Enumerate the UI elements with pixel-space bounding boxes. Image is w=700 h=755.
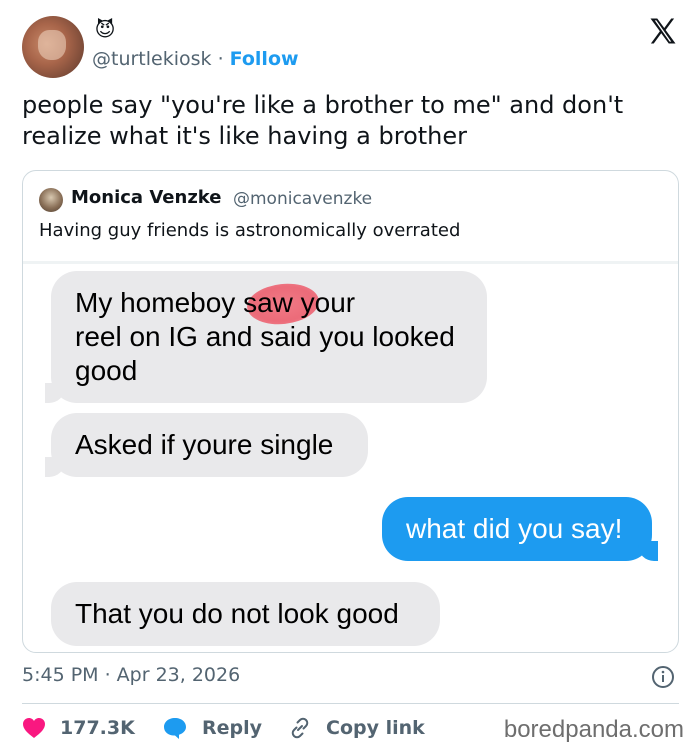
tweet-timestamp[interactable]: 5:45 PM · Apr 23, 2026 [22,664,240,686]
message-line: reel on IG and said you looked [75,321,455,352]
bubble-tail [45,457,65,477]
copy-link-label: Copy link [326,717,425,739]
tweet-text: people say "you're like a brother to me"… [22,91,624,150]
like-button[interactable]: 177.3K [22,714,135,742]
bubble-tail [45,383,65,403]
reply-bubble-icon [164,718,186,739]
tweet-header: 😈 @turtlekiosk · Follow [22,14,682,80]
watermark: boredpanda.com [503,716,684,743]
quoted-text: Having guy friends is astronomically ove… [39,220,461,241]
message-bubble-received: Asked if youre single [45,413,368,477]
link-icon [291,717,309,739]
x-logo-icon[interactable] [648,16,678,46]
quoted-divider [23,261,678,264]
author-handle[interactable]: @turtlekiosk [92,48,212,70]
message-line: good [75,355,138,386]
reply-button[interactable]: Reply [162,714,262,742]
quoted-handle: @monicavenzke [233,189,373,209]
quoted-name: Monica Venzke [71,187,222,208]
actions-divider [22,703,679,704]
message-bubble-received: My homeboy saw your reel on IG and said … [45,271,487,403]
message-text: Asked if youre single [75,429,334,460]
copy-link-button[interactable]: Copy link [288,714,425,742]
bubble-tail [638,541,658,561]
handle-separator: · [211,48,230,70]
message-text: what did you say! [406,513,623,544]
message-bubble-sent: what did you say! [382,497,658,561]
author-handle-row: @turtlekiosk · Follow [92,48,299,70]
follow-button[interactable]: Follow [230,48,299,70]
info-icon[interactable] [651,665,675,689]
reply-label: Reply [202,717,263,739]
message-text: That you do not look good [75,598,399,629]
quoted-avatar [39,188,63,212]
heart-icon [23,718,45,738]
author-avatar[interactable] [22,16,84,78]
message-line: My homeboy saw your [75,287,356,318]
quoted-tweet[interactable]: Monica Venzke @monicavenzke Having guy f… [22,170,679,653]
like-count: 177.3K [60,717,135,739]
message-bubble-received: That you do not look good [51,582,440,646]
author-emoji: 😈 [94,17,116,41]
